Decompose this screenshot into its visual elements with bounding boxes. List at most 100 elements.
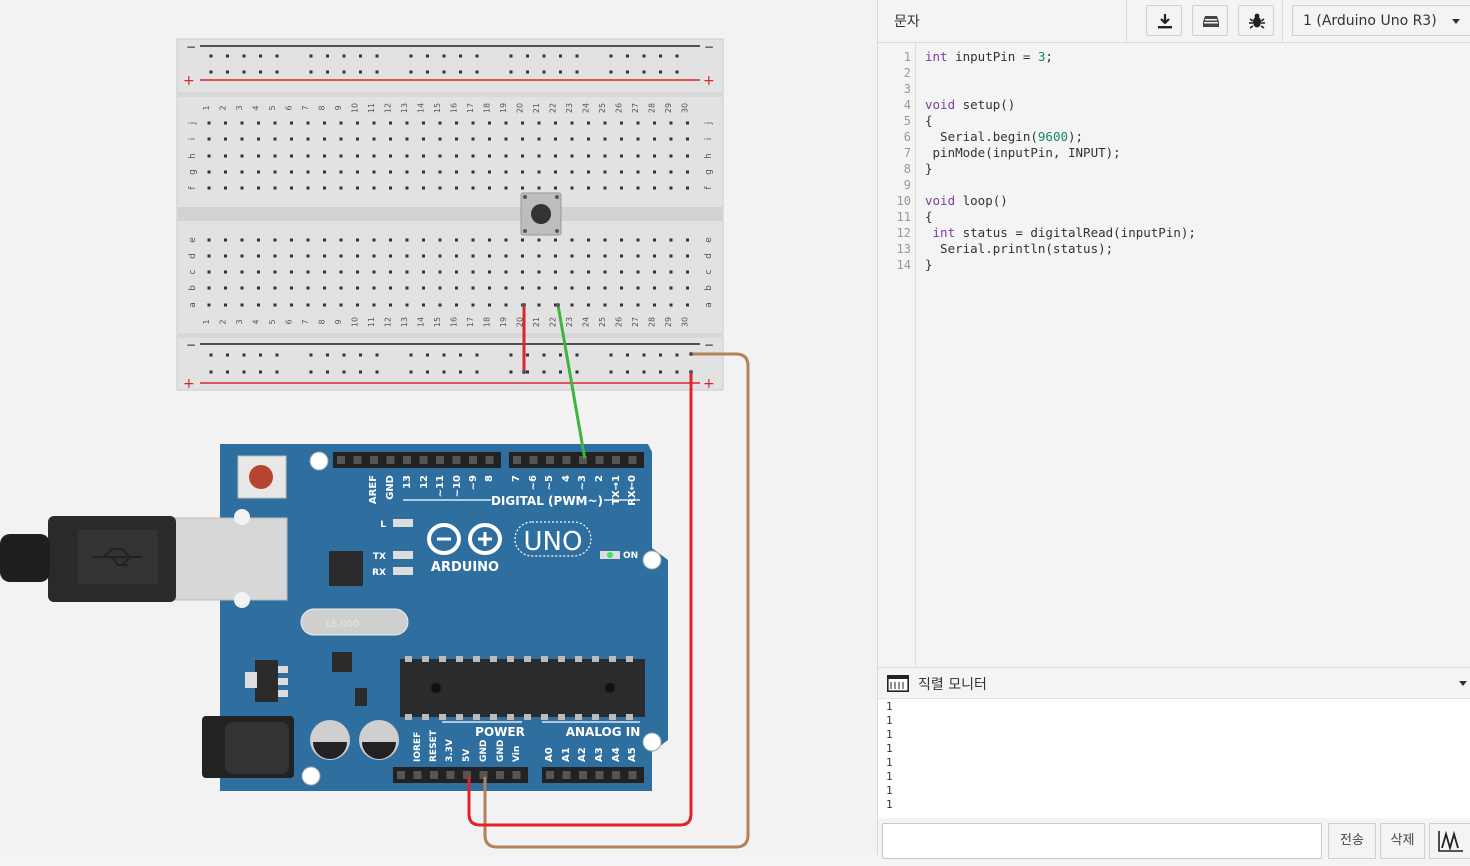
code-text[interactable]: {: [925, 113, 933, 129]
rail-hole: [509, 353, 513, 357]
terminal-hole: [653, 154, 656, 158]
column-number: 12: [384, 317, 393, 327]
code-text[interactable]: int status = digitalRead(inputPin);: [925, 225, 1196, 241]
rail-hole: [375, 70, 379, 74]
column-number: 5: [268, 105, 277, 110]
terminal-hole: [389, 286, 392, 290]
terminal-hole: [471, 270, 475, 274]
pin-label: 2: [594, 475, 605, 482]
terminal-hole: [389, 154, 392, 158]
terminal-hole: [372, 238, 376, 242]
rail-hole: [659, 353, 662, 357]
terminal-hole: [405, 121, 409, 125]
chip-pin: [439, 714, 446, 720]
small-transistor: [355, 688, 367, 706]
digital-header-right: [509, 452, 644, 468]
upload-button[interactable]: [1192, 5, 1228, 36]
terminal-hole: [257, 303, 260, 307]
regulator-pin: [278, 678, 288, 685]
pin-label: AREF: [368, 475, 379, 504]
serial-output-line: 1: [886, 798, 893, 811]
terminal-hole: [207, 154, 211, 158]
code-mode-label[interactable]: 문자: [894, 11, 920, 31]
code-text[interactable]: pinMode(inputPin, INPUT);: [925, 145, 1121, 161]
wire-end: [689, 370, 693, 374]
rail-hole: [526, 70, 529, 74]
arduino-uno-board: AREF GND 13 12 ~11 ~10 ~9 8 7 ~6 ~5 4 ~3 2 TX→1 RX←0DIG…: [0, 444, 668, 791]
terminal-hole: [339, 121, 343, 125]
rail-hole: [475, 54, 479, 58]
serial-monitor-output[interactable]: 11111111: [878, 698, 1470, 818]
row-letter: a: [704, 302, 714, 308]
terminal-hole: [224, 254, 227, 258]
column-number: 7: [301, 105, 310, 110]
rail-hole: [259, 353, 262, 357]
pin-label: ~3: [577, 475, 588, 490]
terminal-hole: [603, 186, 607, 190]
column-number: 18: [483, 103, 492, 113]
terminal-hole: [306, 238, 310, 242]
terminal-hole: [207, 137, 211, 141]
line-number: 9: [903, 178, 911, 192]
chip-pin: [422, 714, 429, 720]
rail-hole: [542, 70, 546, 74]
chip-pin: [439, 656, 446, 662]
crystal-label: 16.000: [325, 619, 360, 630]
column-number: 29: [664, 317, 673, 327]
terminal-hole: [488, 154, 491, 158]
device-select[interactable]: 1 (Arduino Uno R3): [1292, 5, 1470, 36]
terminal-hole: [587, 137, 590, 141]
serial-input-field[interactable]: [882, 823, 1322, 859]
code-text[interactable]: }: [925, 161, 933, 177]
code-text[interactable]: Serial.println(status);: [925, 241, 1113, 257]
debugger-button[interactable]: [1238, 5, 1274, 36]
terminal-hole: [306, 170, 310, 174]
terminal-hole: [290, 186, 293, 190]
terminal-hole: [587, 186, 590, 190]
pin-label: ~6: [528, 475, 539, 490]
graph-toggle-button[interactable]: [1429, 823, 1470, 859]
chip-pin: [541, 714, 548, 720]
terminal-hole: [669, 286, 673, 290]
push-button-leg: [555, 195, 559, 199]
code-editor-panel: 문자 1 (Arduino Uno R3) 1 int inputPin = 3;…: [877, 0, 1470, 859]
terminal-hole: [537, 137, 541, 141]
code-text[interactable]: }: [925, 257, 933, 273]
chevron-down-icon[interactable]: [1459, 681, 1467, 686]
send-button[interactable]: 전송: [1328, 823, 1376, 859]
rail-hole: [275, 370, 279, 374]
column-number: 23: [565, 103, 574, 113]
serial-monitor-header[interactable]: 직렬 모니터: [878, 667, 1470, 699]
rail-hole: [559, 70, 562, 74]
column-number: 6: [285, 105, 294, 110]
code-text[interactable]: void setup(): [925, 97, 1015, 113]
terminal-hole: [570, 238, 574, 242]
terminal-hole: [389, 170, 392, 174]
column-number: 13: [400, 103, 409, 113]
chip-pin: [575, 656, 582, 662]
breadboard: − −+ +− −+ +11223344556677889910101111121213…: [176, 38, 724, 392]
rail-hole: [409, 353, 413, 357]
rail-hole: [409, 54, 413, 58]
led-label: TX: [373, 552, 386, 562]
code-area[interactable]: 1 int inputPin = 3; 2 3 4 void setup() 5 {6 Ser…: [878, 43, 1470, 667]
code-text[interactable]: Serial.begin(9600);: [925, 129, 1083, 145]
terminal-hole: [405, 186, 409, 190]
terminal-hole: [273, 254, 277, 258]
rail-hole: [309, 353, 313, 357]
download-button[interactable]: [1146, 5, 1182, 36]
line-number: 10: [896, 194, 911, 208]
code-text[interactable]: {: [925, 209, 933, 225]
rail-hole: [342, 70, 346, 74]
terminal-hole: [240, 121, 244, 125]
terminal-hole: [207, 121, 211, 125]
terminal-hole: [554, 286, 557, 290]
rail-hole: [226, 370, 229, 374]
terminal-hole: [669, 238, 673, 242]
line-number: 2: [903, 66, 911, 80]
terminal-hole: [653, 170, 656, 174]
clear-button[interactable]: 삭제: [1380, 823, 1425, 859]
code-text[interactable]: void loop(): [925, 193, 1008, 209]
circuit-canvas[interactable]: − − + + − − + +1 1 2 2 3 3 4 4 5 5 6 6 7 7 8 8 9 9 10 10 11 11 12 12 13…: [0, 0, 877, 855]
code-text[interactable]: int inputPin = 3;: [925, 49, 1053, 65]
